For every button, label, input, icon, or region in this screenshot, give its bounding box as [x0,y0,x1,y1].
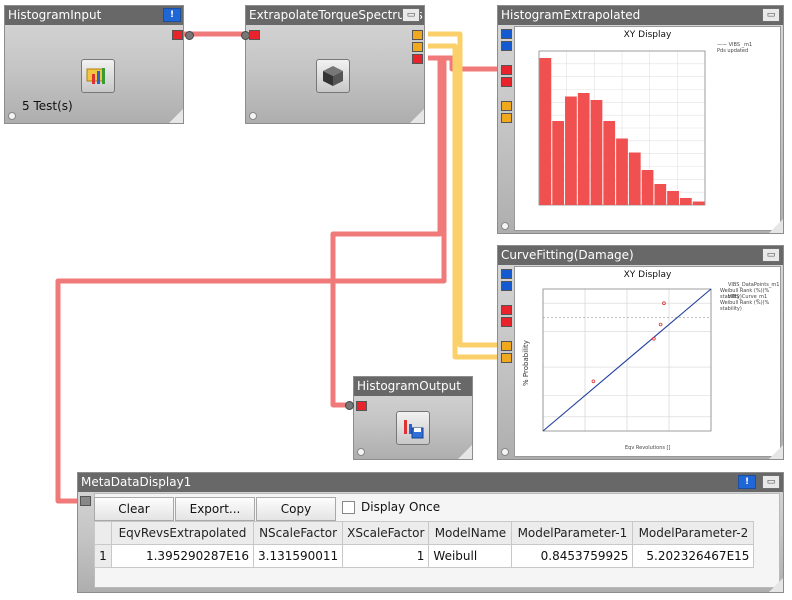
window-icon[interactable]: ▭ [762,248,780,262]
histogram-bar [539,58,552,205]
histogram-save-icon[interactable] [396,411,430,445]
input-port-red-1[interactable] [501,305,512,315]
resize-handle[interactable] [769,219,783,233]
table-header-row: EqvRevsExtrapolated NScaleFactor XScaleF… [94,521,755,545]
histogram-output-node[interactable]: HistogramOutput [345,376,473,460]
info-icon[interactable]: ! [738,475,756,489]
port-connector [345,401,354,410]
column-header[interactable]: ModelParameter-2 [632,521,755,545]
node-title: ExtrapolateTorqueSpectrums [246,6,424,25]
window-icon[interactable]: ▭ [762,8,780,22]
column-header[interactable]: XScaleFactor [342,521,430,545]
node-title: HistogramOutput [354,377,472,396]
data-point [658,322,663,327]
output-port-2[interactable] [412,42,423,52]
status-dot [501,448,509,456]
node-title: MetaDataDisplay1 [78,473,783,492]
node-title: HistogramInput [5,6,183,25]
curve-fit-chart[interactable]: XY Display VIBS_DataPoints_m1 Weibull Ra… [514,266,781,457]
resize-handle[interactable] [769,578,783,592]
input-port-red-1[interactable] [501,65,512,75]
table-cell[interactable]: 1.395290287E16 [111,544,254,568]
histogram-bar [565,96,577,205]
status-dot [8,112,16,120]
histogram-bar [667,191,679,205]
test-count-label: 5 Test(s) [22,99,73,113]
histogram-bar [616,138,628,205]
resize-handle[interactable] [410,109,424,123]
input-port-blue-2[interactable] [501,281,512,291]
info-icon[interactable]: ! [163,8,181,22]
input-port-red-2[interactable] [501,77,512,87]
table-cell[interactable]: 5.202326467E15 [632,544,755,568]
table-cell[interactable]: Weibull [428,544,513,568]
input-port[interactable] [356,401,367,411]
histogram-bar [577,93,590,205]
column-header[interactable]: EqvRevsExtrapolated [111,521,254,545]
column-header[interactable]: ModelName [428,521,513,545]
window-icon[interactable]: ▭ [402,8,420,22]
cube-icon[interactable] [316,59,350,93]
copy-button[interactable]: Copy [256,497,336,521]
table-row[interactable]: 1 1.395290287E16 3.131590011 1 Weibull 0… [94,544,755,568]
input-port-blue-2[interactable] [501,41,512,51]
input-port-orange-2[interactable] [501,353,512,363]
histogram-bar [590,100,603,205]
output-port-3[interactable] [412,54,423,64]
histogram-plot [538,50,706,206]
input-port-blue-1[interactable] [501,29,512,39]
row-index: 1 [94,544,112,568]
window-icon[interactable]: ▭ [762,475,780,489]
histogram-bar [679,198,692,205]
export-button[interactable]: Export... [175,497,255,521]
curve-fit-plot [542,288,712,432]
status-dot [357,448,365,456]
metadata-table: EqvRevsExtrapolated NScaleFactor XScaleF… [94,521,755,568]
data-point [591,379,596,384]
histogram-folder-icon[interactable] [81,59,115,93]
resize-handle[interactable] [458,445,472,459]
histogram-bar [603,121,616,205]
column-header[interactable]: ModelParameter-1 [511,521,634,545]
histogram-extrapolated-node[interactable]: HistogramExtrapolated ▭ XY Display —— VI… [497,5,784,234]
histogram-bar [654,184,667,205]
histogram-bar [628,152,641,205]
input-port-orange-1[interactable] [501,101,512,111]
table-cell[interactable]: 3.131590011 [252,544,344,568]
input-port-orange-1[interactable] [501,341,512,351]
node-title: CurveFitting(Damage) [498,246,783,265]
node-title: HistogramExtrapolated [498,6,783,25]
input-port[interactable] [249,30,260,40]
extrapolate-node[interactable]: ExtrapolateTorqueSpectrums ▭ [241,5,425,124]
input-port-red-2[interactable] [501,317,512,327]
curve-fitting-node[interactable]: CurveFitting(Damage) ▭ XY Display VIBS_D… [497,245,784,460]
histogram-bar [641,170,654,205]
display-once-label: Display Once [361,500,441,514]
histogram-bar [692,201,705,205]
input-port-orange-2[interactable] [501,113,512,123]
status-dot [501,222,509,230]
histogram-input-node[interactable]: HistogramInput ! 5 Test(s) [4,5,194,124]
corner-header [94,521,112,545]
status-dot [249,112,257,120]
column-header[interactable]: NScaleFactor [252,521,344,545]
table-cell[interactable]: 1 [342,544,430,568]
input-port-blue-1[interactable] [501,269,512,279]
output-port-1[interactable] [412,30,423,40]
resize-handle[interactable] [169,109,183,123]
histogram-chart[interactable]: XY Display —— VIBS _m1 Pds updated [514,26,781,231]
input-port[interactable] [80,496,91,506]
table-cell[interactable]: 0.8453759925 [511,544,634,568]
output-port[interactable] [172,30,183,40]
histogram-bar [552,121,565,205]
resize-handle[interactable] [769,445,783,459]
port-connector [185,31,194,40]
clear-button[interactable]: Clear [94,497,174,521]
display-once-checkbox[interactable] [342,501,355,514]
